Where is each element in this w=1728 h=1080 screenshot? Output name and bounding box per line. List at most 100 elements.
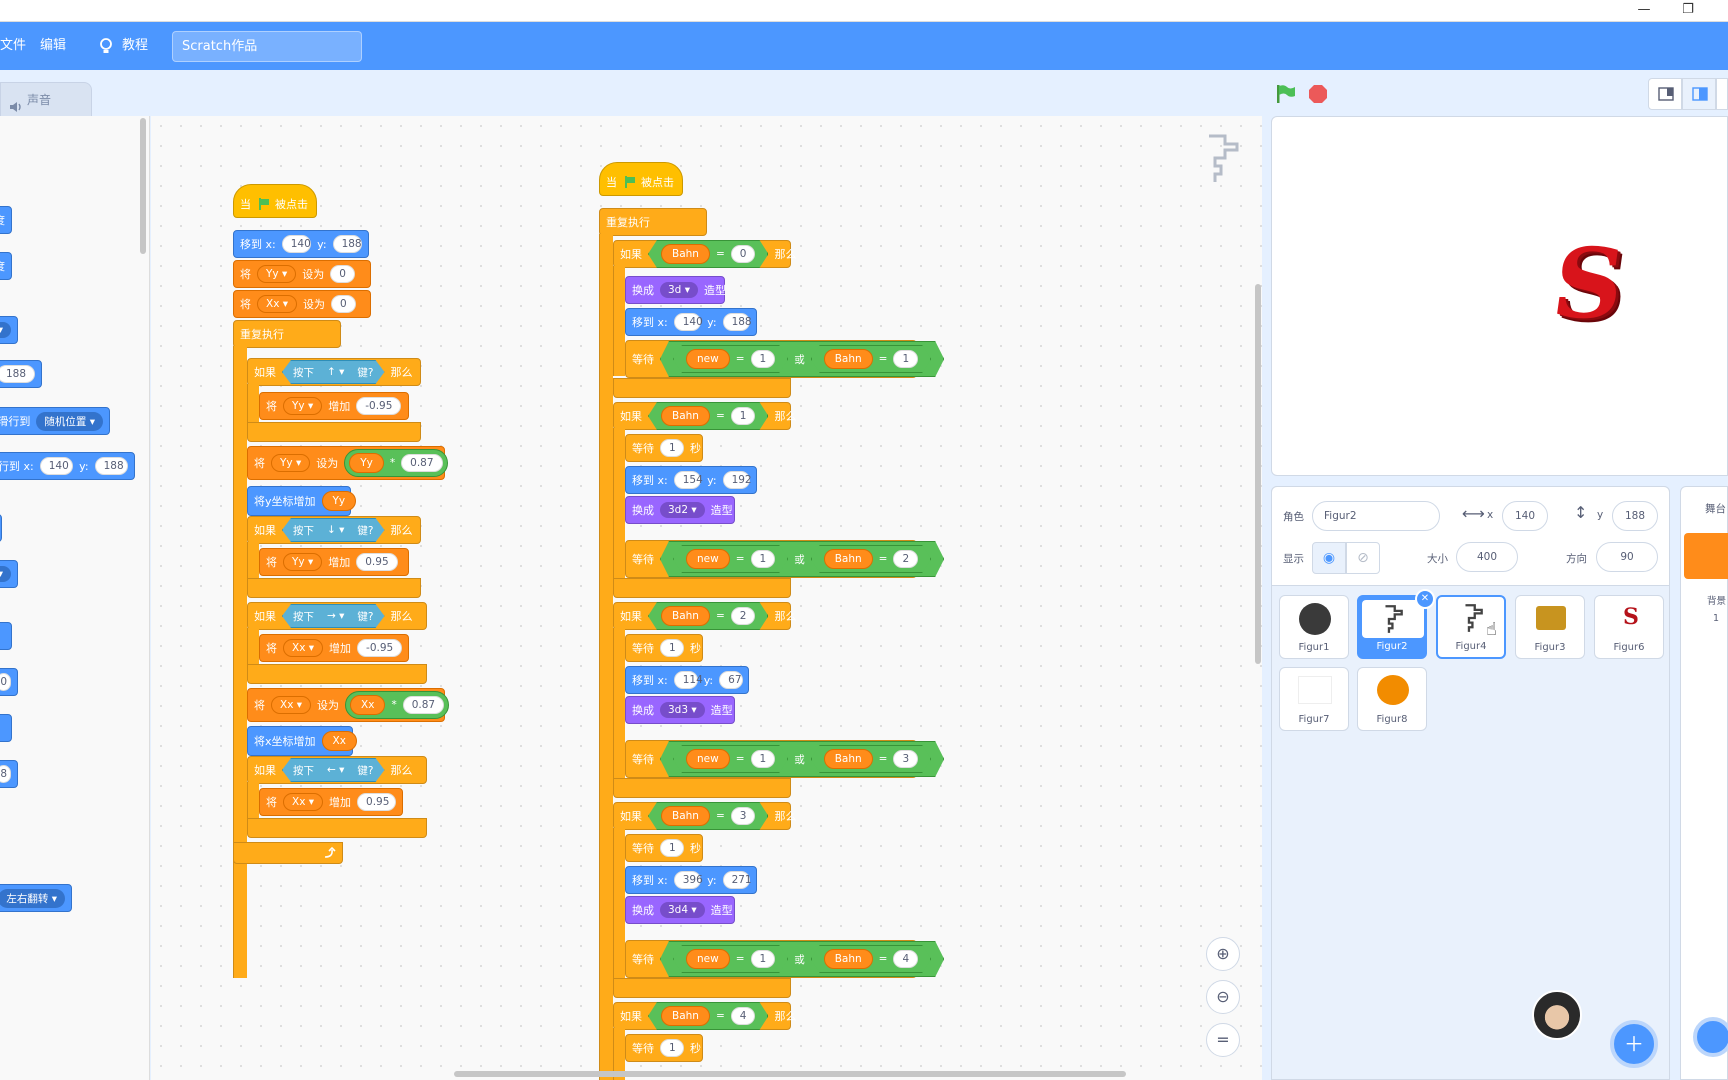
costume-dropdown[interactable]: 3d3 ▾ xyxy=(660,702,705,718)
y-input[interactable]: 67 xyxy=(719,671,744,689)
equals-operator[interactable]: Bahn = 2 xyxy=(811,545,931,573)
minimize-button[interactable]: — xyxy=(1622,0,1666,22)
wait-until-block[interactable]: 等待 new = 1 或 Bahn = 1 xyxy=(625,340,917,378)
wait-until-block[interactable]: 等待 new = 1 或 Bahn = 4 xyxy=(625,940,917,978)
variable-dropdown[interactable]: Yy ▾ xyxy=(283,553,323,571)
variable-reporter[interactable]: Bahn xyxy=(661,806,710,826)
menu-file[interactable]: 文件 xyxy=(0,22,26,70)
wait-block[interactable]: 等待 1 秒 xyxy=(625,434,703,462)
stop-button[interactable] xyxy=(1308,84,1328,104)
value-input[interactable]: 0 xyxy=(731,245,756,263)
x-input[interactable]: 140 xyxy=(1502,501,1548,531)
wait-block[interactable]: 等待 1 秒 xyxy=(625,1034,703,1062)
forever-block[interactable]: 重复执行 xyxy=(233,320,341,348)
palette-block[interactable]: 度 xyxy=(0,252,12,280)
switch-costume-block[interactable]: 换成 3d4 ▾ 造型 xyxy=(625,896,735,924)
zoom-reset-button[interactable]: = xyxy=(1206,1023,1240,1057)
menu-tutorial[interactable]: 教程 xyxy=(122,22,148,70)
key-pressed-sensing[interactable]: 按下 ↓ ▾ 键? xyxy=(282,518,385,542)
palette-glide-xy[interactable]: 滑行到 x: 140 y: 188 xyxy=(0,452,135,480)
wait-until-block[interactable]: 等待 new = 1 或 Bahn = 3 xyxy=(625,740,917,778)
equals-operator[interactable]: Bahn = 3 xyxy=(811,745,931,773)
palette-scrollbar[interactable] xyxy=(140,118,146,254)
x-input[interactable]: 114 xyxy=(673,671,703,689)
or-operator[interactable]: new = 1 或 Bahn = 1 xyxy=(660,341,944,377)
palette-dropdown[interactable]: ▾ xyxy=(0,322,11,338)
green-flag-button[interactable] xyxy=(1275,84,1295,104)
set-variable-block[interactable]: 将 Yy ▾ 设为 0 xyxy=(233,260,371,288)
key-dropdown[interactable]: ← ▾ xyxy=(319,762,352,778)
costume-dropdown[interactable]: 3d4 ▾ xyxy=(660,902,705,918)
wait-until-block[interactable]: 等待 new = 1 或 Bahn = 2 xyxy=(625,540,917,578)
sprite-tile[interactable]: ☝ Figur4 xyxy=(1436,595,1506,659)
equals-operator[interactable]: Bahn = 1 xyxy=(811,345,931,373)
equals-operator[interactable]: Bahn = 2 xyxy=(648,602,768,630)
if-block[interactable]: 如果 按下 ← ▾ 键? 那么 xyxy=(247,756,427,784)
or-operator[interactable]: new = 1 或 Bahn = 4 xyxy=(660,941,944,977)
value-input[interactable]: 0.95 xyxy=(357,793,396,811)
palette-glide-random[interactable]: 滑行到 随机位置 ▾ xyxy=(0,407,110,435)
size-input[interactable]: 400 xyxy=(1456,542,1518,572)
show-eye-icon[interactable]: ◉ xyxy=(1312,542,1346,574)
x-input[interactable]: 154 xyxy=(673,471,703,489)
set-variable-block[interactable]: 将 Xx ▾ 设为 0 xyxy=(233,290,371,318)
equals-operator[interactable]: Bahn = 4 xyxy=(648,1002,768,1030)
if-block[interactable]: 如果 Bahn = 4 那么 xyxy=(613,1002,796,1030)
y-input[interactable]: 192 xyxy=(722,471,752,489)
palette-input[interactable]: 140 xyxy=(39,457,74,475)
backdrop-thumb[interactable] xyxy=(1684,533,1728,579)
variable-reporter[interactable]: Bahn xyxy=(824,749,873,769)
variable-dropdown[interactable]: Yy ▾ xyxy=(257,265,297,283)
palette-block[interactable]: ▾ xyxy=(0,560,18,588)
key-dropdown[interactable]: → ▾ xyxy=(319,608,352,624)
palette-block[interactable]: 8 xyxy=(0,760,18,788)
variable-reporter[interactable]: Xx xyxy=(321,731,357,751)
goto-xy-block[interactable]: 移到 x: 114 y: 67 xyxy=(625,666,749,694)
wait-block[interactable]: 等待 1 秒 xyxy=(625,634,703,662)
tab-sounds[interactable]: 声音 xyxy=(0,82,92,116)
variable-reporter[interactable]: Yy xyxy=(321,491,357,511)
if-block[interactable]: 如果 Bahn = 0 那么 xyxy=(613,240,796,268)
value-input[interactable]: 3 xyxy=(731,807,756,825)
hide-eye-icon[interactable]: ⊘ xyxy=(1346,542,1380,574)
value-input[interactable]: -0.95 xyxy=(356,397,402,415)
equals-operator[interactable]: Bahn = 3 xyxy=(648,802,768,830)
goto-xy-block[interactable]: 移到 x: 154 y: 192 xyxy=(625,466,757,494)
variable-reporter[interactable]: Bahn xyxy=(661,606,710,626)
value-input[interactable]: 0.95 xyxy=(356,553,398,571)
variable-reporter[interactable]: Bahn xyxy=(824,949,873,969)
change-x-block[interactable]: 将x坐标增加 Xx xyxy=(247,726,357,756)
script-vertical-scrollbar[interactable] xyxy=(1255,284,1261,664)
small-stage-button[interactable] xyxy=(1648,78,1682,110)
if-block[interactable]: 如果 按下 → ▾ 键? 那么 xyxy=(247,602,427,630)
if-block[interactable]: 如果 Bahn = 1 那么 xyxy=(613,402,796,430)
stage-sprite-letter[interactable]: S xyxy=(1546,227,1631,340)
equals-operator[interactable]: Bahn = 0 xyxy=(648,240,768,268)
value-input[interactable]: 0 xyxy=(331,295,356,313)
palette-block[interactable]: 度 xyxy=(0,206,12,234)
palette-block[interactable]: 188 xyxy=(0,360,42,388)
if-block[interactable]: 如果 按下 ↑ ▾ 键? 那么 xyxy=(247,358,421,386)
goto-xy-block[interactable]: 移到 x: 140 y: 188 xyxy=(625,308,757,336)
palette-input[interactable]: 8 xyxy=(0,765,11,783)
value-input[interactable]: 2 xyxy=(731,607,756,625)
value-input[interactable]: 2 xyxy=(893,550,918,568)
value-input[interactable]: 0.87 xyxy=(402,696,445,714)
equals-operator[interactable]: new = 1 xyxy=(673,945,788,973)
palette-input[interactable]: 188 xyxy=(0,365,35,383)
variable-reporter[interactable]: Bahn xyxy=(661,244,710,264)
variable-dropdown[interactable]: Xx ▾ xyxy=(271,696,312,714)
if-block[interactable]: 如果 按下 ↓ ▾ 键? 那么 xyxy=(247,516,421,544)
palette-block[interactable] xyxy=(0,514,2,542)
x-input[interactable]: 140 xyxy=(281,235,312,253)
restore-button[interactable]: ❐ xyxy=(1666,0,1710,22)
variable-dropdown[interactable]: Xx ▾ xyxy=(283,639,324,657)
palette-input[interactable]: 0 xyxy=(0,673,11,691)
variable-reporter[interactable]: Bahn xyxy=(661,406,710,426)
key-dropdown[interactable]: ↓ ▾ xyxy=(319,522,352,538)
value-input[interactable]: 1 xyxy=(751,350,776,368)
equals-operator[interactable]: new = 1 xyxy=(673,545,788,573)
variable-reporter[interactable]: new xyxy=(686,349,730,369)
if-block[interactable]: 如果 Bahn = 3 那么 xyxy=(613,802,796,830)
palette-block[interactable] xyxy=(0,714,12,742)
